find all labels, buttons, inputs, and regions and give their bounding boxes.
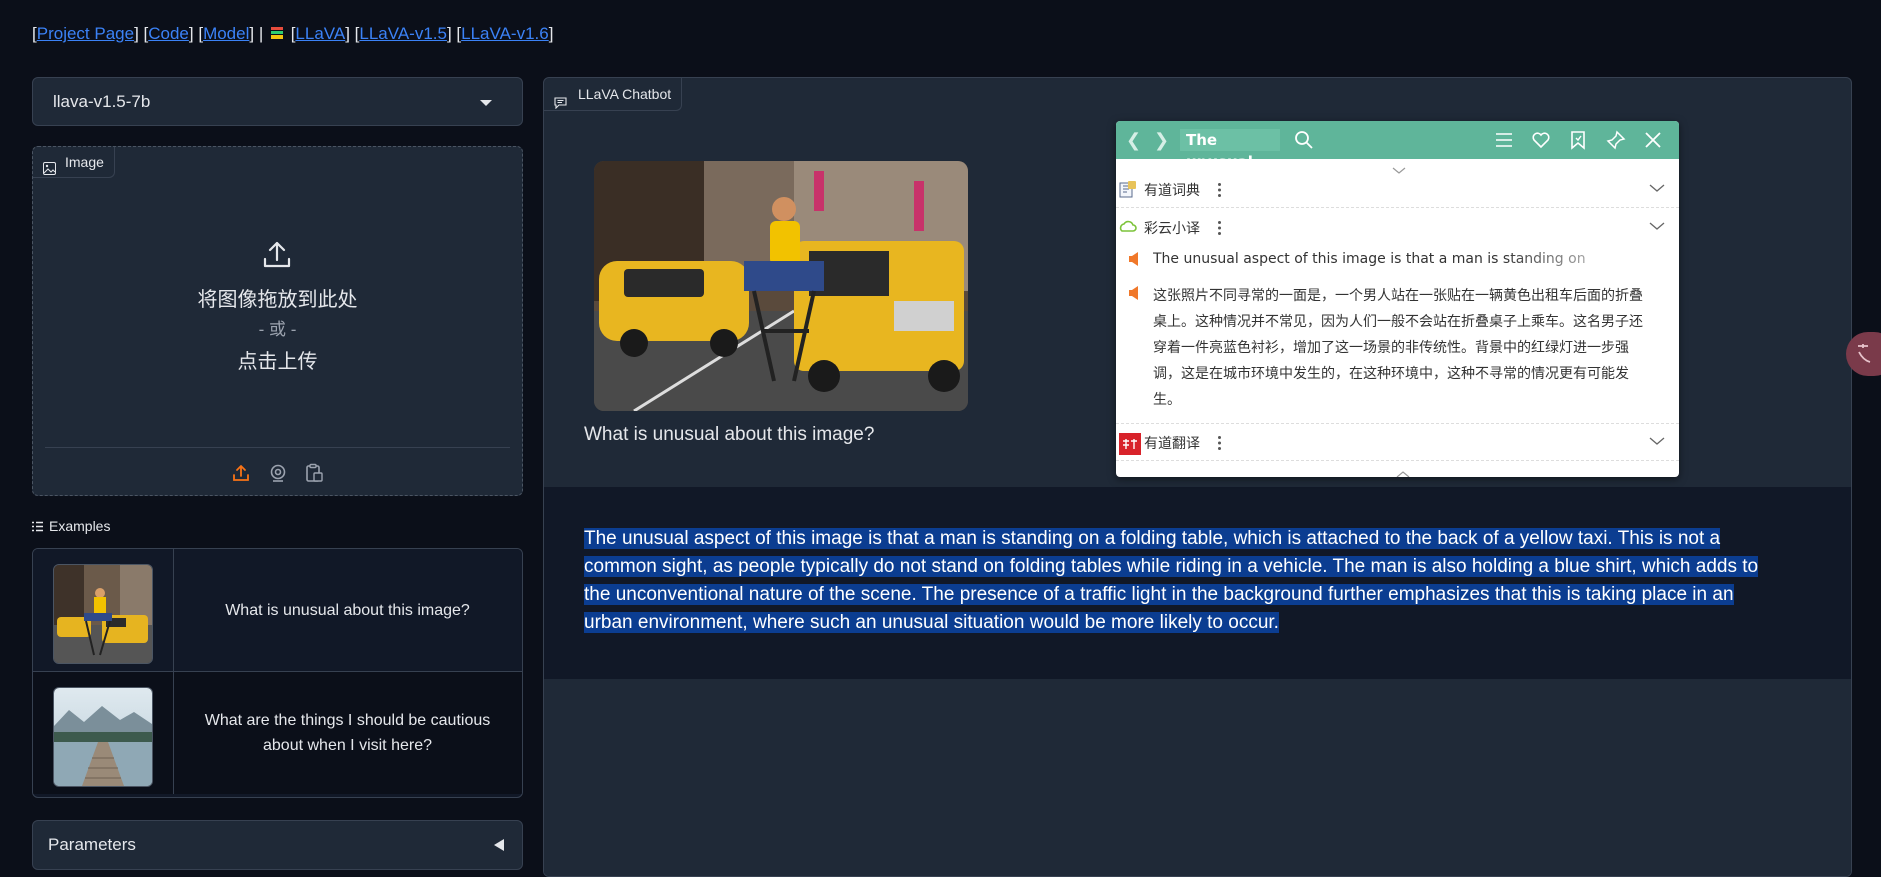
books-icon — [270, 26, 284, 41]
example-question: What is unusual about this image? — [225, 601, 470, 619]
or-separator: - 或 - — [258, 320, 297, 339]
translation-chinese: 这张照片不同寻常的一面是，一个男人站在一张贴在一辆黄色出租车后面的折叠桌上。这种… — [1153, 288, 1643, 408]
search-icon[interactable] — [1294, 130, 1314, 154]
chevron-up-icon[interactable] — [1396, 463, 1410, 477]
youdao-translate-logo-icon — [1119, 433, 1141, 455]
model-dropdown-value: llava-v1.5-7b — [53, 92, 151, 111]
collapse-arrow-icon — [494, 839, 504, 851]
example-thumbnail — [53, 687, 153, 787]
image-icon — [43, 155, 56, 185]
link-project-page[interactable]: Project Page — [37, 24, 134, 43]
link-llava-v15[interactable]: LLaVA-v1.5 — [359, 24, 447, 43]
upload-source-icon[interactable] — [231, 463, 251, 488]
chevron-down-icon[interactable] — [1649, 434, 1665, 450]
example-row[interactable]: What is unusual about this image? — [33, 549, 522, 671]
bot-answer-text: The unusual aspect of this image is that… — [584, 528, 1759, 633]
forward-arrow-icon[interactable]: ❯ — [1154, 130, 1169, 151]
link-llava[interactable]: LLaVA — [295, 24, 345, 43]
source-name: 有道词典 — [1144, 183, 1200, 199]
clipboard-icon[interactable] — [304, 463, 324, 488]
image-tab: Image — [33, 147, 115, 178]
more-options-icon[interactable] — [1218, 221, 1221, 239]
parameters-accordion[interactable]: Parameters — [32, 820, 523, 870]
example-row[interactable]: What are the things I should be cautious… — [33, 672, 522, 794]
dictionary-source-caiyun[interactable]: 彩云小译 — [1116, 209, 1679, 245]
example-thumbnail — [53, 564, 153, 664]
upload-source-toolbar — [33, 463, 522, 488]
upload-icon — [262, 239, 292, 274]
translation-english: The unusual aspect of this image is that… — [1153, 251, 1586, 267]
dictionary-source-youdao-translate[interactable]: 有道翻译 — [1116, 423, 1679, 461]
image-tab-label: Image — [65, 154, 104, 170]
heart-icon[interactable] — [1531, 130, 1551, 154]
chevron-down-icon — [480, 100, 492, 106]
chatbot-tab: LLaVA Chatbot — [544, 78, 683, 111]
parameters-label: Parameters — [48, 835, 136, 854]
model-dropdown[interactable]: llava-v1.5-7b — [32, 77, 523, 126]
dictionary-source-youdao-dict[interactable]: 有道词典 — [1116, 171, 1679, 208]
divider — [45, 447, 510, 448]
chevron-down-icon[interactable] — [1649, 219, 1665, 235]
chatbot-tab-label: LLaVA Chatbot — [578, 86, 672, 102]
link-llava-v16[interactable]: LLaVA-v1.6 — [461, 24, 549, 43]
speaker-icon[interactable] — [1128, 251, 1140, 271]
user-image — [594, 161, 968, 411]
drop-instruction: 将图像拖放到此处 — [197, 289, 358, 311]
dictionary-header: ❮ ❯ The unusual — [1116, 121, 1679, 171]
chat-empty-area — [544, 679, 1851, 876]
dictionary-query[interactable]: The unusual — [1180, 129, 1280, 171]
floating-translate-button[interactable] — [1846, 332, 1881, 376]
example-question: What are the things I should be cautious… — [204, 712, 491, 754]
user-question: What is unusual about this image? — [584, 424, 875, 445]
list-icon — [32, 519, 43, 535]
bot-message: The unusual aspect of this image is that… — [544, 487, 1851, 679]
bookmark-icon[interactable] — [1568, 130, 1588, 154]
examples-label: Examples — [32, 518, 110, 535]
link-model[interactable]: Model — [203, 24, 249, 43]
dictionary-popup: ❮ ❯ The unusual 有道词典 彩云小译 The unusual as… — [1116, 121, 1679, 477]
header-links: [Project Page] [Code] [Model] | [LLaVA] … — [32, 24, 554, 43]
source-name: 有道翻译 — [1144, 436, 1200, 452]
example-thumbnail-cell — [33, 672, 174, 794]
back-arrow-icon[interactable]: ❮ — [1126, 130, 1141, 151]
link-code[interactable]: Code — [148, 24, 189, 43]
more-options-icon[interactable] — [1218, 183, 1221, 201]
menu-icon[interactable] — [1494, 130, 1514, 154]
pin-icon[interactable] — [1606, 130, 1626, 154]
caiyun-logo-icon — [1119, 218, 1137, 236]
speaker-icon[interactable] — [1128, 285, 1140, 305]
examples-label-text: Examples — [49, 518, 111, 534]
close-icon[interactable] — [1643, 130, 1663, 154]
chevron-down-icon[interactable] — [1649, 181, 1665, 197]
examples-table: What is unusual about this image? What a… — [32, 548, 523, 798]
example-thumbnail-cell — [33, 549, 174, 671]
youdao-dict-logo-icon — [1119, 180, 1137, 198]
more-options-icon[interactable] — [1218, 436, 1221, 454]
image-upload-dropzone[interactable]: Image 将图像拖放到此处 - 或 - 点击上传 — [32, 146, 523, 496]
click-to-upload[interactable]: 点击上传 — [33, 345, 522, 374]
webcam-icon[interactable] — [268, 463, 288, 488]
source-name: 彩云小译 — [1144, 221, 1200, 237]
